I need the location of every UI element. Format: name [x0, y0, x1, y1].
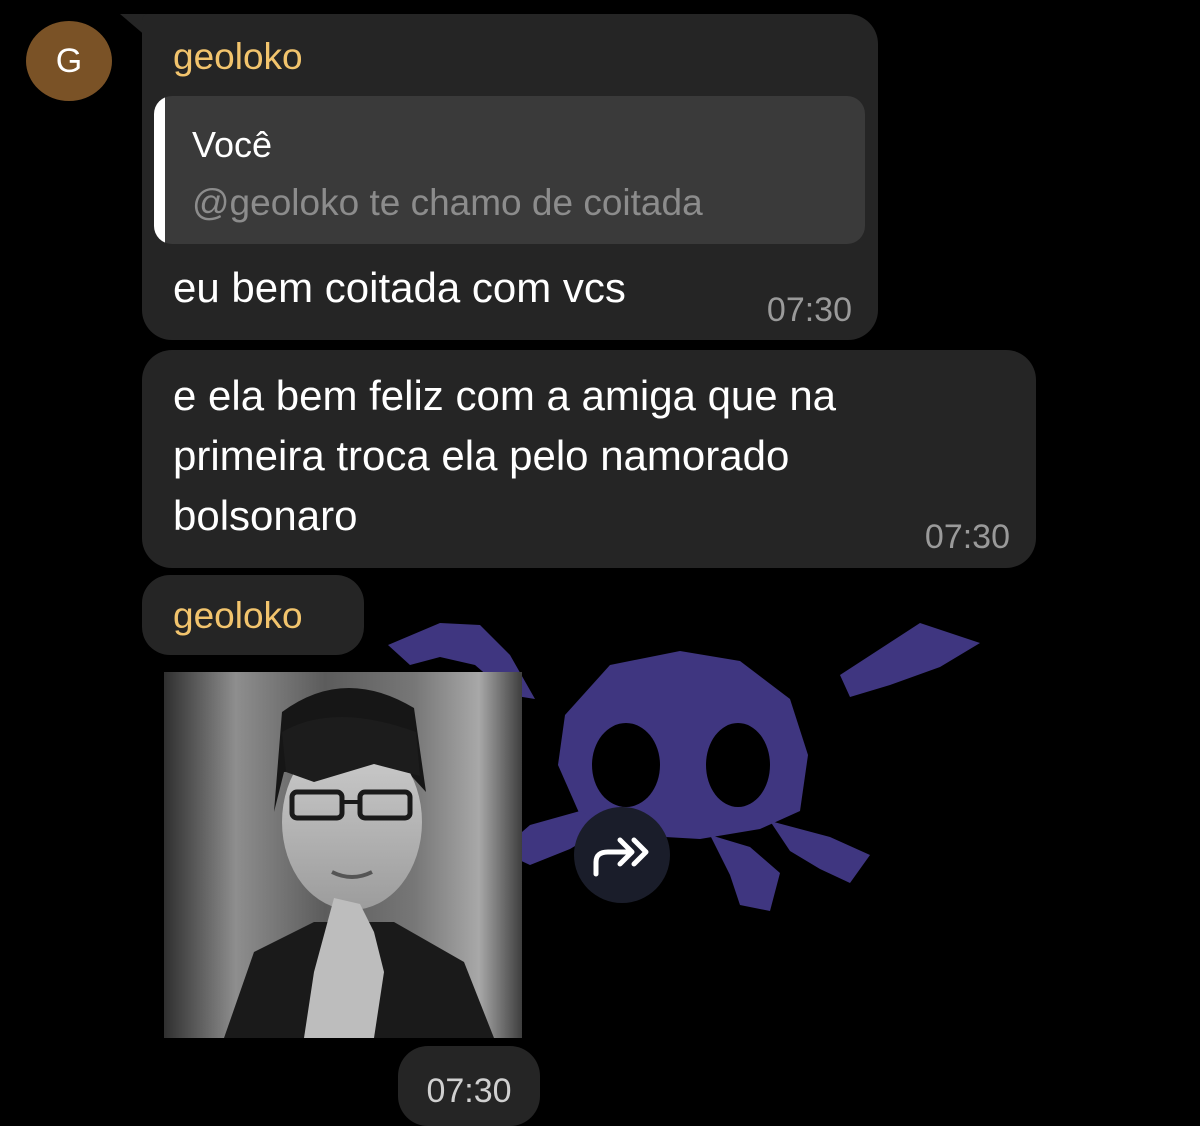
quote-bar: [154, 96, 165, 244]
message-text: e ela bem feliz com a amiga que na prime…: [173, 366, 983, 546]
portrait-photo-image: [164, 672, 522, 1038]
sender-label-bubble[interactable]: geoloko: [142, 575, 364, 655]
message-line: primeira troca ela pelo namorado: [173, 432, 790, 479]
message-line: bolsonaro: [173, 492, 358, 539]
message-time: 07:30: [924, 518, 1010, 556]
avatar-initial: G: [55, 41, 83, 80]
sender-name[interactable]: geoloko: [173, 36, 303, 78]
message-time: 07:30: [766, 291, 852, 329]
sender-name[interactable]: geoloko: [173, 595, 303, 637]
media-time-pill: 07:30: [398, 1046, 540, 1126]
forward-arrow-icon: [593, 837, 649, 877]
forward-button[interactable]: [574, 807, 670, 903]
quote-author: Você: [192, 124, 273, 165]
message-time: 07:30: [426, 1072, 512, 1110]
quote-text: @geoloko te chamo de coitada: [192, 182, 703, 223]
reply-quote[interactable]: Você @geoloko te chamo de coitada: [154, 96, 865, 244]
portrait-photo[interactable]: [164, 672, 522, 1038]
message-bubble[interactable]: e ela bem feliz com a amiga que na prime…: [142, 350, 1036, 568]
message-bubble-reply[interactable]: geoloko Você @geoloko te chamo de coitad…: [142, 14, 878, 340]
avatar[interactable]: G: [26, 21, 112, 101]
message-text: eu bem coitada com vcs: [173, 264, 626, 311]
message-line: e ela bem feliz com a amiga que na: [173, 372, 837, 419]
